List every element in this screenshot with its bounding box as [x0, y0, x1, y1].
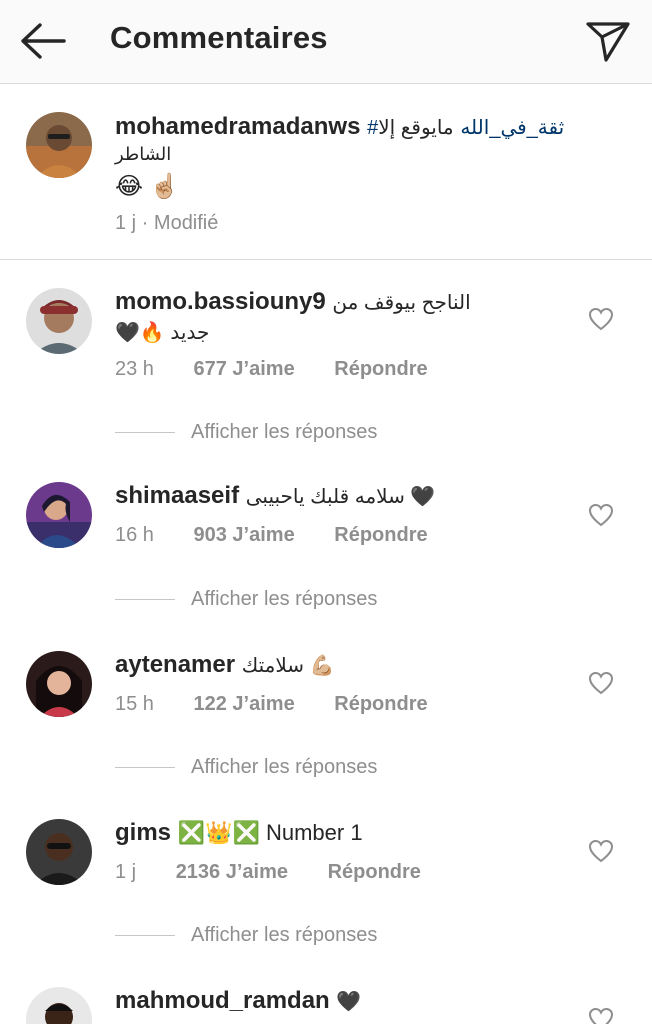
comment-item: mahmoud_ramdan 🖤 [0, 952, 652, 1024]
back-button[interactable] [18, 18, 68, 64]
avatar[interactable] [26, 819, 92, 885]
comment-item: shimaaseif سلامه قلبك ياحبيبى 🖤 16 h 903… [0, 448, 652, 616]
comment-meta: 16 h 903 J’aime Répondre [115, 524, 428, 547]
likes-count[interactable]: 903 J’aime [194, 524, 295, 546]
caption-meta: 1 j · Modifié [115, 212, 218, 235]
view-replies[interactable]: Afficher les réponses [115, 756, 377, 779]
divider [115, 599, 175, 601]
post-caption: mohamedramadanws #ثقة_في_الله مايوقع إلا… [0, 86, 652, 260]
view-replies[interactable]: Afficher les réponses [115, 421, 377, 444]
reply-button[interactable]: Répondre [334, 524, 427, 546]
avatar[interactable] [26, 112, 92, 178]
comment-meta: 1 j 2136 J’aime Répondre [115, 861, 421, 884]
view-replies-label: Afficher les réponses [191, 756, 378, 778]
reply-button[interactable]: Répondre [334, 358, 427, 380]
heart-outline-icon[interactable] [588, 307, 614, 331]
caption-emojis: 😂 ☝🏼 [115, 173, 180, 200]
divider [115, 767, 175, 769]
comment-text: 🖤 [336, 991, 362, 1013]
comment-text-line2: 🖤🔥 جديد [115, 322, 210, 344]
caption-username[interactable]: mohamedramadanws [115, 113, 360, 140]
heart-outline-icon[interactable] [588, 503, 614, 527]
top-bar: Commentaires [0, 0, 652, 84]
comment-time: 16 h [115, 524, 154, 546]
likes-count[interactable]: 122 J’aime [194, 693, 295, 715]
avatar-image [26, 651, 92, 717]
comment-first-line: shimaaseif سلامه قلبك ياحبيبى 🖤 [115, 482, 435, 510]
comment-time: 15 h [115, 693, 154, 715]
comment-username[interactable]: shimaaseif [115, 482, 239, 509]
view-replies[interactable]: Afficher les réponses [115, 924, 377, 947]
comment-time: 23 h [115, 358, 154, 380]
comment-first-line: aytenamer سلامتك 💪🏼 [115, 651, 335, 679]
comment-item: gims ❎👑❎ Number 1 1 j 2136 J’aime Répond… [0, 784, 652, 952]
avatar-image [26, 112, 92, 178]
arrow-left-icon [21, 23, 66, 59]
page-title: Commentaires [110, 20, 328, 55]
avatar-image [26, 288, 92, 354]
comment-meta: 15 h 122 J’aime Répondre [115, 693, 428, 716]
caption-text: مايوقع إلا [378, 117, 454, 139]
view-replies-label: Afficher les réponses [191, 588, 378, 610]
comment-text: سلامه قلبك ياحبيبى 🖤 [245, 486, 436, 508]
likes-count[interactable]: 2136 J’aime [176, 861, 288, 883]
comment-username[interactable]: aytenamer [115, 651, 235, 678]
comment-first-line: gims ❎👑❎ Number 1 [115, 819, 363, 847]
comment-username[interactable]: gims [115, 819, 171, 846]
comment-item: momo.bassiouny9 الناجح بيوقف من 🖤🔥 جديد … [0, 262, 652, 448]
comment-username[interactable]: momo.bassiouny9 [115, 288, 326, 315]
caption-text-line2: الشاطر [115, 144, 172, 164]
comment-text: الناجح بيوقف من [332, 292, 471, 314]
divider [115, 432, 175, 434]
avatar[interactable] [26, 288, 92, 354]
edited-label: · Modifié [141, 212, 219, 234]
view-replies-label: Afficher les réponses [191, 924, 378, 946]
reply-button[interactable]: Répondre [334, 693, 427, 715]
comment-meta: 23 h 677 J’aime Répondre [115, 358, 428, 381]
divider [115, 935, 175, 937]
comment-text: ❎👑❎ Number 1 [177, 820, 363, 845]
avatar-image [26, 987, 92, 1024]
comment-time: 1 j [115, 861, 137, 883]
avatar-image [26, 819, 92, 885]
avatar-image [26, 482, 92, 548]
avatar[interactable] [26, 482, 92, 548]
comment-item: aytenamer سلامتك 💪🏼 15 h 122 J’aime Répo… [0, 616, 652, 784]
reply-button[interactable]: Répondre [328, 861, 421, 883]
comment-first-line: momo.bassiouny9 الناجح بيوقف من [115, 288, 471, 316]
view-replies-label: Afficher les réponses [191, 421, 378, 443]
view-replies[interactable]: Afficher les réponses [115, 588, 377, 611]
caption-time: 1 j [115, 212, 137, 234]
avatar[interactable] [26, 987, 92, 1024]
caption-first-line: mohamedramadanws #ثقة_في_الله مايوقع إلا [115, 113, 564, 141]
comment-text: سلامتك 💪🏼 [241, 655, 335, 677]
comment-username[interactable]: mahmoud_ramdan [115, 987, 330, 1014]
heart-outline-icon[interactable] [588, 1007, 614, 1024]
comment-first-line: mahmoud_ramdan 🖤 [115, 987, 361, 1015]
send-button[interactable] [584, 18, 632, 64]
avatar[interactable] [26, 651, 92, 717]
paper-plane-icon [586, 22, 630, 62]
likes-count[interactable]: 677 J’aime [194, 358, 295, 380]
heart-outline-icon[interactable] [588, 839, 614, 863]
heart-outline-icon[interactable] [588, 671, 614, 695]
